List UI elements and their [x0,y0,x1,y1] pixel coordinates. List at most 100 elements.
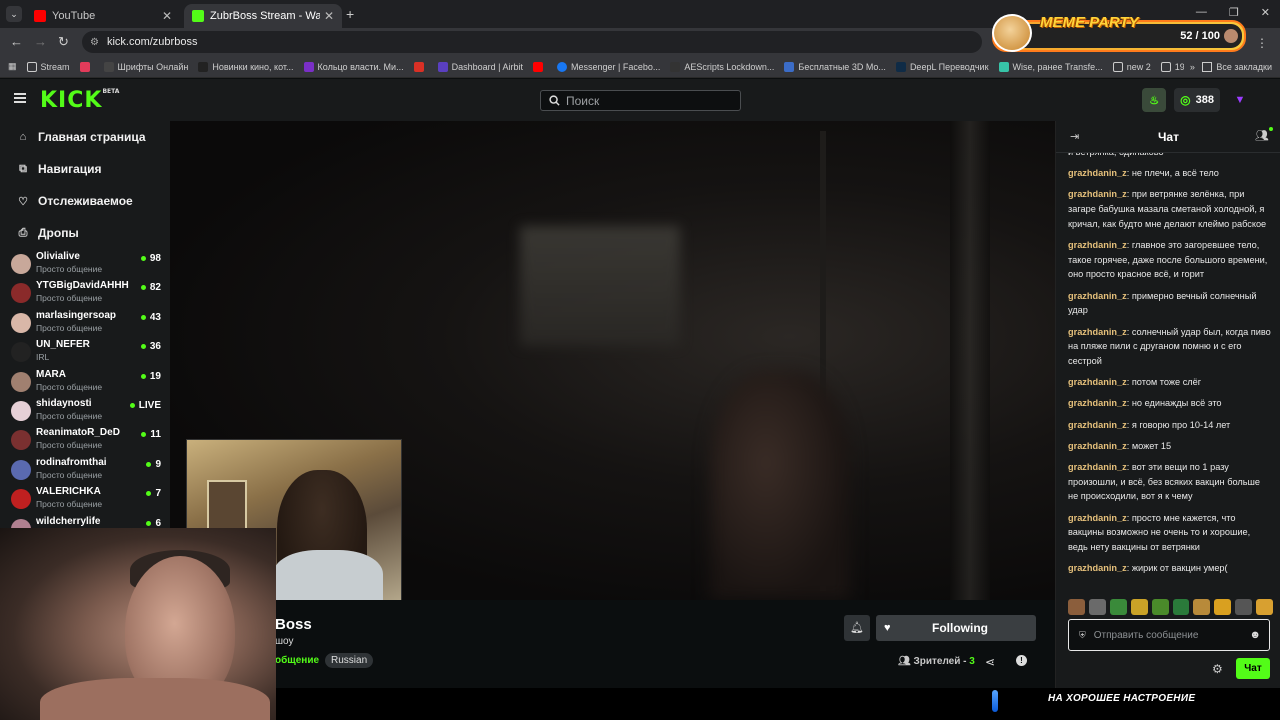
channel-name: VALERICHKA [36,486,101,498]
emote-icon[interactable] [1068,599,1085,615]
notifications-bell-button[interactable]: 🔔︎ [844,615,870,641]
close-window-icon[interactable]: ✕ [1261,6,1270,19]
bookmark-folder[interactable]: 19 [1160,61,1185,72]
emoji-icon[interactable]: ☻ [1249,629,1261,641]
emote-icon[interactable] [1235,599,1253,615]
new-tab-button[interactable]: + [346,6,354,22]
bookmark-item[interactable]: AEScripts Lockdown... [670,61,774,72]
site-info-icon[interactable]: ⚙ [90,37,99,48]
bookmark-item[interactable]: Новинки кино, кот... [198,61,294,72]
bookmark-item[interactable]: Messenger | Facebo... [556,61,660,72]
kick-logo[interactable]: KICKBETA [40,88,119,113]
bookmark-item[interactable]: Wise, ранее Transfe... [998,61,1103,72]
bookmark-item[interactable] [532,61,547,72]
category-link[interactable]: общение [275,655,319,666]
emote-icon[interactable] [1130,599,1148,615]
reload-icon[interactable]: ↻ [58,34,69,50]
viewer-count: LIVE [130,400,161,411]
avatar [11,254,31,274]
bookmark-item[interactable] [413,61,428,72]
chat-username[interactable]: grazhdanin_z [1068,327,1127,337]
chat-username[interactable]: grazhdanin_z [1068,189,1127,199]
chat-username[interactable]: grazhdanin_z [1068,168,1127,178]
tab-youtube[interactable]: YouTube ✕ [26,4,180,28]
close-tab-icon[interactable]: ✕ [162,9,172,23]
share-icon[interactable]: ⋖ [985,655,995,669]
chat-username[interactable]: grazhdanin_z [1068,420,1127,430]
sidebar-channel[interactable]: marlasingersoap Просто общение 43 [11,309,161,337]
sidebar-channel[interactable]: Olivialive Просто общение 98 [11,250,161,278]
emote-icon[interactable] [1109,599,1127,615]
tab-search-button[interactable]: ⌄ [6,6,22,22]
language-tag[interactable]: Russian [325,653,374,668]
follow-button[interactable]: ♥ Following [876,615,1036,641]
bookmark-item[interactable]: Шрифты Онлайн [103,61,188,72]
bookmark-folder[interactable]: new 2 [1112,61,1151,72]
sidebar-channel[interactable]: rodinafromthai Просто общение 9 [11,456,161,484]
emote-icon[interactable] [1088,599,1106,615]
chat-title: Чат [1158,130,1179,144]
send-chat-button[interactable]: Чат [1236,658,1270,679]
emote-icon[interactable] [1256,599,1274,615]
channel-category: Просто общение [36,411,103,421]
apps-icon[interactable]: ▦ [8,61,17,72]
url-field[interactable]: ⚙ kick.com/zubrboss [82,31,982,53]
tab-kick[interactable]: ZubrBoss Stream - Watch L ✕ [184,4,342,28]
kick-icon [192,10,204,22]
emote-icon[interactable] [1193,599,1211,615]
sidebar-channel[interactable]: shidaynosti Просто общение LIVE [11,397,161,425]
menu-icon[interactable] [14,93,26,103]
all-bookmarks[interactable]: » Все закладки [1183,56,1272,77]
chat-username[interactable]: grazhdanin_z [1068,441,1127,451]
close-tab-icon[interactable]: ✕ [324,9,334,23]
chat-username[interactable]: grazhdanin_z [1068,377,1127,387]
emote-bar [1068,599,1274,617]
channel-name: marlasingersoap [36,309,117,321]
sidebar-channel[interactable]: YTGBigDavidAHHH Просто общение 82 [11,279,161,307]
streamer-name[interactable]: Boss [275,616,312,633]
chat-message: grazhdanin_z: не плечи, а всё тело [1068,168,1219,179]
sidebar-channel[interactable]: MARA Просто общение 19 [11,368,161,396]
user-avatar-icon[interactable]: ▼ [1228,88,1252,112]
channel-category: Просто общение [36,440,103,451]
emote-icon[interactable] [1151,599,1169,615]
emote-icon[interactable] [1172,599,1190,615]
forward-icon[interactable]: → [34,34,47,49]
sidebar-channel[interactable]: ReanimatoR_DeD Просто общение 11 [11,426,161,454]
sidebar-item-drops[interactable]: ⎙ Дропы [16,226,79,240]
browser-menu-icon[interactable]: ⋮ [1256,36,1268,50]
sidebar-channel[interactable]: VALERICHKA Просто общение 7 [11,485,161,513]
sidebar-item-following[interactable]: ♡ Отслеживаемое [16,194,133,208]
bookmark-item[interactable]: DeepL Переводчик [895,61,989,72]
sidebar-channel[interactable]: UN_NEFER IRL 36 [11,338,161,366]
points-button[interactable]: ◎ 388 [1174,88,1220,112]
chat-input[interactable]: ⛨ Отправить сообщение ☻ [1068,619,1270,651]
sidebar-item-home[interactable]: ⌂ Главная страница [16,130,146,144]
minimize-icon[interactable]: — [1196,6,1207,19]
chat-username[interactable]: grazhdanin_z [1068,462,1127,472]
drops-icon[interactable]: ♨ [1142,88,1167,112]
chat-users-icon[interactable]: 👥︎ [1255,127,1273,142]
microphone-icon [992,690,998,712]
bookmark-item[interactable]: Кольцо власти. Ми... [303,61,404,72]
chat-username[interactable]: grazhdanin_z [1068,291,1127,301]
bookmark-item[interactable]: Dashboard | Airbit [437,61,523,72]
sidebar-item-browse[interactable]: ⧉ Навигация [16,162,101,176]
chat-username[interactable]: grazhdanin_z [1068,398,1127,408]
bookmark-item[interactable]: Бесплатные 3D Мо... [784,61,886,72]
info-icon[interactable]: ! [1016,655,1027,666]
back-icon[interactable]: ← [10,34,23,49]
bookmark-item[interactable] [79,61,94,72]
chat-username[interactable]: grazhdanin_z [1068,240,1127,250]
search-input[interactable]: Поиск [540,90,741,111]
emote-icon[interactable] [1214,599,1232,615]
header-actions: ♨ ◎ 388 ▼ [1142,88,1252,112]
chat-username[interactable]: grazhdanin_z [1068,513,1127,523]
restore-icon[interactable]: ❐ [1229,6,1239,19]
chat-username[interactable]: grazhdanin_z [1068,563,1127,573]
channel-name: YTGBigDavidAHHH [36,280,129,292]
chat-input-placeholder: Отправить сообщение [1093,629,1199,641]
avatar [11,371,31,392]
chat-settings-icon[interactable]: ⚙ [1212,662,1223,676]
bookmark-item[interactable]: Stream [26,61,70,72]
